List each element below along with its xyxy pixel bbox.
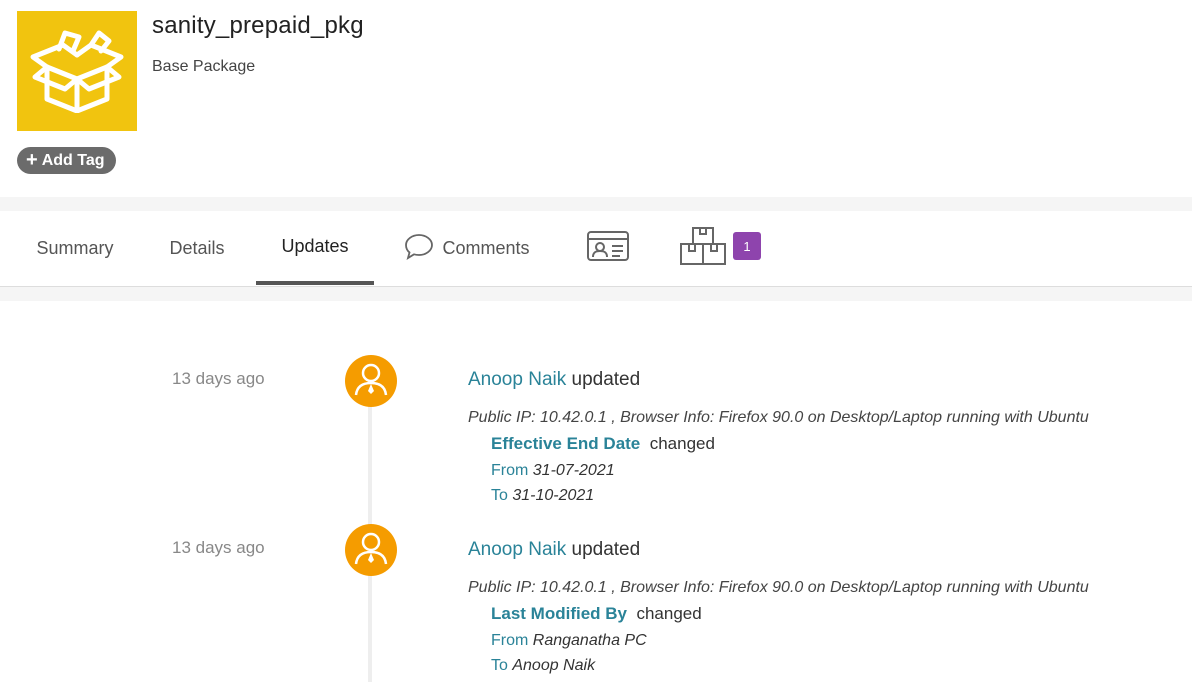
packages-count-badge: 1 <box>733 232 761 260</box>
package-header: sanity_prepaid_pkg Base Package + Add Ta… <box>0 0 1192 197</box>
update-meta: Public IP: 10.42.0.1 , Browser Info: Fir… <box>468 579 1089 596</box>
package-type: Base Package <box>152 58 256 75</box>
tab-summary[interactable]: Summary <box>14 211 136 285</box>
from-value: Ranganatha PC <box>532 632 647 649</box>
update-time: 13 days ago <box>172 538 265 557</box>
section-divider <box>0 197 1192 211</box>
open-box-icon <box>17 11 137 131</box>
to-value: 31-10-2021 <box>512 487 595 504</box>
update-heading: Anoop Naik updated <box>468 369 640 391</box>
section-divider <box>0 287 1192 301</box>
to-value-row: To Anoop Naik <box>491 657 595 675</box>
add-tag-label: Add Tag <box>41 151 105 169</box>
from-value-row: From 31-07-2021 <box>491 462 615 480</box>
contact-card-icon <box>586 228 630 269</box>
user-link[interactable]: Anoop Naik <box>468 539 566 560</box>
tab-details-label: Details <box>169 237 225 258</box>
stacked-boxes-icon <box>679 226 729 271</box>
user-avatar-icon <box>345 355 397 407</box>
update-meta: Public IP: 10.42.0.1 , Browser Info: Fir… <box>468 409 1089 426</box>
from-value-row: From Ranganatha PC <box>491 632 647 650</box>
changed-label: changed <box>636 604 702 623</box>
speech-bubble-icon <box>404 232 434 265</box>
tab-comments[interactable]: Comments <box>392 211 542 285</box>
changed-label: changed <box>649 434 715 453</box>
add-tag-button[interactable]: + Add Tag <box>17 147 116 174</box>
tab-packages[interactable]: 1 <box>672 211 768 285</box>
to-label: To <box>491 487 508 504</box>
update-action: updated <box>571 369 641 390</box>
to-value-row: To 31-10-2021 <box>491 487 594 505</box>
update-action: updated <box>571 539 641 560</box>
field-name: Effective End Date <box>491 434 641 453</box>
from-label: From <box>491 462 529 479</box>
update-time: 13 days ago <box>172 369 265 388</box>
changed-field: Last Modified By changed <box>491 604 702 624</box>
from-label: From <box>491 632 529 649</box>
tab-updates[interactable]: Updates <box>256 211 374 285</box>
tab-comments-label: Comments <box>442 237 530 258</box>
update-heading: Anoop Naik updated <box>468 539 640 561</box>
from-value: 31-07-2021 <box>532 462 615 479</box>
field-name: Last Modified By <box>491 604 628 623</box>
tab-contact-card[interactable] <box>578 211 638 285</box>
tab-updates-label: Updates <box>281 235 349 256</box>
tab-summary-label: Summary <box>36 237 114 258</box>
user-avatar-icon <box>345 524 397 576</box>
tab-bar: Summary Details Updates Comments 1 <box>0 211 1192 287</box>
plus-icon: + <box>26 148 38 171</box>
to-label: To <box>491 657 508 674</box>
page-title: sanity_prepaid_pkg <box>152 12 364 39</box>
user-link[interactable]: Anoop Naik <box>468 369 566 390</box>
changed-field: Effective End Date changed <box>491 434 715 454</box>
tab-details[interactable]: Details <box>148 211 246 285</box>
to-value: Anoop Naik <box>512 657 596 674</box>
